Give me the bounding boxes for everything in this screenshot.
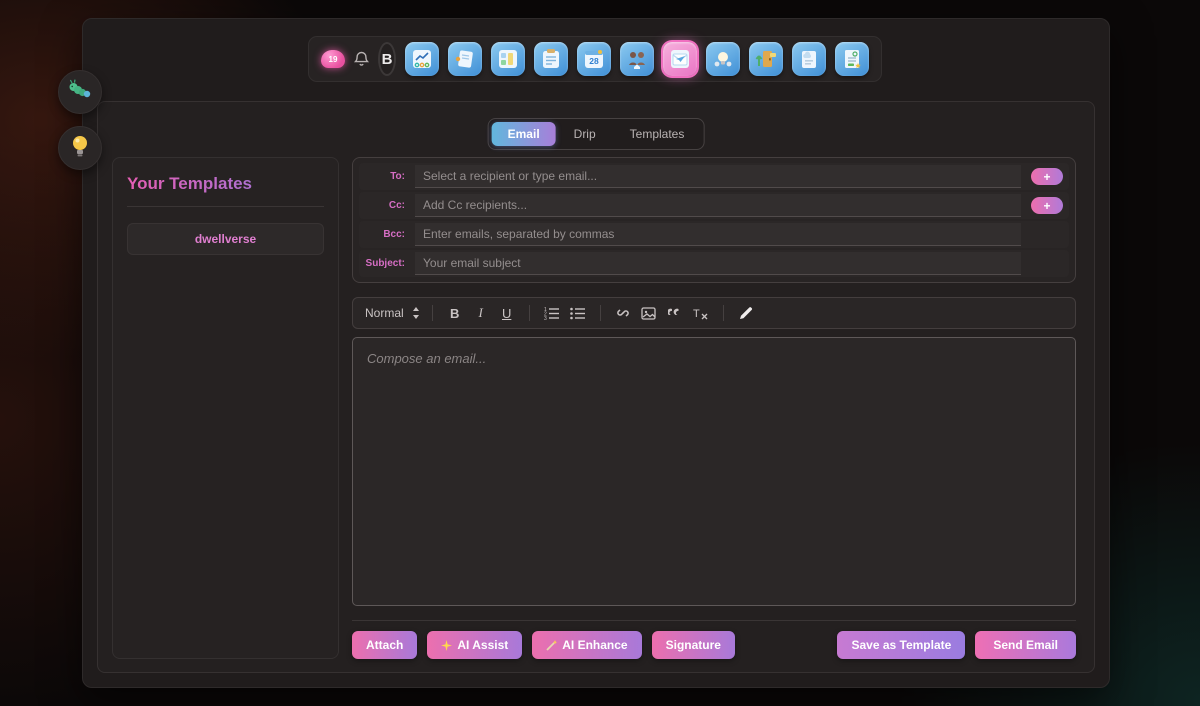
- composer-mode-tabs: Email Drip Templates: [488, 118, 705, 150]
- ai-credits-count: 19: [329, 55, 338, 64]
- brain-icon: 19: [321, 50, 345, 68]
- composer-actions: Attach AI Assist AI Enhance Signature Sa…: [352, 620, 1076, 659]
- notifications-bell-icon[interactable]: [354, 48, 369, 70]
- templates-panel-title: Your Templates: [127, 174, 324, 207]
- signature-button[interactable]: Signature: [652, 631, 735, 659]
- svg-text:28: 28: [589, 56, 599, 66]
- to-row: To: +: [359, 163, 1069, 190]
- sparkles-icon: [441, 640, 452, 651]
- svg-text:T: T: [693, 308, 700, 320]
- toolbar-divider: [600, 305, 601, 321]
- app-icon-analytics[interactable]: [405, 42, 439, 76]
- recipient-fields: To: + Cc: + Bcc: Subject:: [352, 157, 1076, 283]
- underline-button[interactable]: U: [497, 302, 517, 324]
- ordered-list-icon[interactable]: 123: [542, 302, 562, 324]
- feedback-bug-button[interactable]: [58, 70, 102, 114]
- tab-drip[interactable]: Drip: [558, 122, 612, 146]
- subject-input[interactable]: [415, 252, 1021, 275]
- app-icon-growth[interactable]: [749, 42, 783, 76]
- tab-email[interactable]: Email: [492, 122, 556, 146]
- app-icon-contacts[interactable]: [620, 42, 654, 76]
- app-icon-billing[interactable]: [835, 42, 869, 76]
- app-icon-documents[interactable]: [792, 42, 826, 76]
- tab-templates[interactable]: Templates: [614, 122, 701, 146]
- ai-credits-button[interactable]: 19: [321, 46, 345, 72]
- add-cc-button[interactable]: +: [1031, 197, 1063, 214]
- template-item-dwellverse[interactable]: dwellverse: [127, 223, 324, 255]
- to-label: To:: [365, 171, 415, 182]
- app-icon-clipboard[interactable]: [534, 42, 568, 76]
- app-icon-kanban[interactable]: [491, 42, 525, 76]
- add-recipient-button[interactable]: +: [1031, 168, 1063, 185]
- link-icon[interactable]: [613, 302, 633, 324]
- toolbar-divider: [723, 305, 724, 321]
- email-composer: To: + Cc: + Bcc: Subject:: [352, 157, 1076, 659]
- lightbulb-icon: [70, 134, 90, 163]
- user-avatar[interactable]: B: [378, 42, 396, 76]
- send-email-button[interactable]: Send Email: [975, 631, 1076, 659]
- paragraph-style-select[interactable]: Normal: [365, 306, 420, 320]
- email-body-placeholder: Compose an email...: [367, 351, 486, 366]
- attach-button[interactable]: Attach: [352, 631, 417, 659]
- content-panel: Email Drip Templates Your Templates dwel…: [97, 101, 1095, 673]
- templates-panel: Your Templates dwellverse: [112, 157, 339, 659]
- bcc-input[interactable]: [415, 223, 1021, 246]
- cc-input[interactable]: [415, 194, 1021, 217]
- app-icon-ideas[interactable]: [706, 42, 740, 76]
- cc-label: Cc:: [365, 200, 415, 211]
- magic-wand-icon: [546, 640, 557, 651]
- svg-text:3: 3: [544, 316, 547, 320]
- clear-formatting-icon[interactable]: T: [691, 302, 711, 324]
- italic-button[interactable]: I: [471, 302, 491, 324]
- subject-row: Subject:: [359, 250, 1069, 277]
- formatting-toolbar: Normal B I U 123: [352, 297, 1076, 329]
- app-icon-calendar[interactable]: 28: [577, 42, 611, 76]
- ideas-tip-button[interactable]: [58, 126, 102, 170]
- ai-enhance-button[interactable]: AI Enhance: [532, 631, 641, 659]
- app-dock: 19 B 28: [308, 36, 882, 82]
- app-icon-campaigns[interactable]: [448, 42, 482, 76]
- bcc-label: Bcc:: [365, 229, 415, 240]
- bullet-list-icon[interactable]: [568, 302, 588, 324]
- blockquote-icon[interactable]: [665, 302, 685, 324]
- ai-assist-button[interactable]: AI Assist: [427, 631, 522, 659]
- main-window: Email Drip Templates Your Templates dwel…: [82, 18, 1110, 688]
- pencil-icon[interactable]: [736, 302, 756, 324]
- image-icon[interactable]: [639, 302, 659, 324]
- app-icon-email[interactable]: [663, 42, 697, 76]
- to-input[interactable]: [415, 165, 1021, 188]
- save-as-template-button[interactable]: Save as Template: [837, 631, 965, 659]
- subject-label: Subject:: [365, 258, 415, 269]
- updown-arrows-icon: [412, 307, 420, 319]
- bcc-row: Bcc:: [359, 221, 1069, 248]
- caterpillar-icon: [67, 79, 93, 106]
- email-body-editor[interactable]: Compose an email...: [352, 337, 1076, 606]
- bold-button[interactable]: B: [445, 302, 465, 324]
- cc-row: Cc: +: [359, 192, 1069, 219]
- toolbar-divider: [432, 305, 433, 321]
- toolbar-divider: [529, 305, 530, 321]
- paragraph-style-value: Normal: [365, 306, 404, 320]
